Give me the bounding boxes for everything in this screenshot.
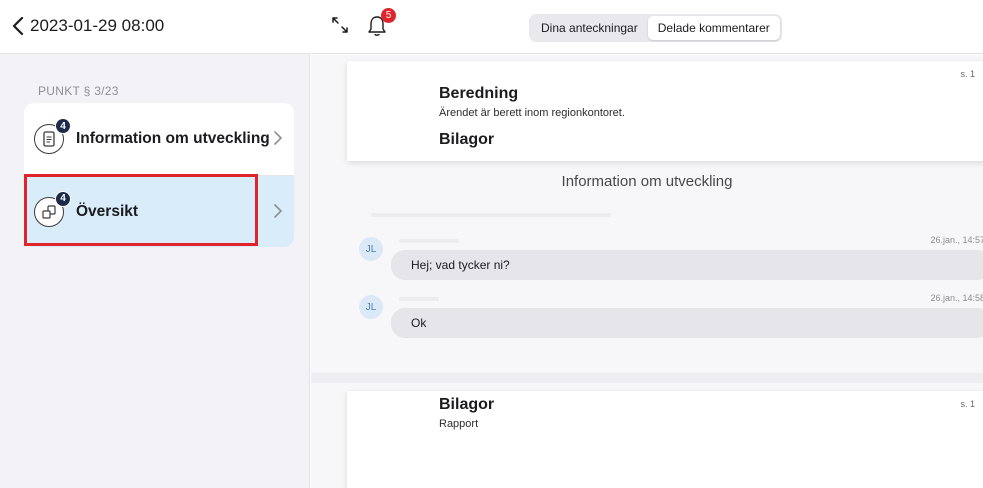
section-heading: Beredning bbox=[439, 85, 519, 102]
view-segmented-control: Dina anteckningar Delade kommentarer bbox=[529, 14, 782, 42]
count-badge: 4 bbox=[55, 190, 71, 207]
tab-delade-kommentarer[interactable]: Delade kommentarer bbox=[647, 16, 780, 40]
section-label: PUNKT § 3/23 bbox=[38, 84, 119, 98]
chevron-right-icon bbox=[274, 204, 282, 218]
avatar: JL bbox=[359, 295, 383, 319]
list-item-label: Information om utveckling bbox=[76, 130, 270, 147]
page-number: s. 1 bbox=[960, 399, 975, 409]
document-page-card: s. 1 Beredning Ärendet är berett inom re… bbox=[347, 61, 983, 161]
document-heading: Information om utveckling bbox=[561, 173, 733, 190]
notification-badge: 5 bbox=[381, 8, 396, 23]
chevron-left-icon bbox=[12, 17, 24, 35]
section-heading: Bilagor bbox=[439, 131, 495, 148]
page-number: s. 1 bbox=[960, 69, 975, 79]
notifications-button[interactable]: 5 bbox=[367, 8, 396, 43]
blurred-author bbox=[399, 297, 439, 301]
comment-time: 26.jan., 14:57 bbox=[930, 235, 983, 245]
section-text: Ärendet är berett inom regionkontoret. bbox=[439, 107, 625, 119]
blurred-text bbox=[371, 213, 611, 217]
toolbar: 5 Dina anteckningar Delade kommentarer bbox=[311, 0, 983, 54]
section-text: Rapport bbox=[439, 418, 479, 430]
section-heading: Bilagor bbox=[439, 396, 495, 413]
back-button[interactable]: 2023-01-29 08:00 bbox=[12, 16, 164, 36]
comment-bubble: Hej; vad tycker ni? bbox=[391, 250, 983, 280]
expand-button[interactable] bbox=[331, 16, 349, 39]
expand-arrows-icon bbox=[332, 17, 348, 33]
comment-time: 26.jan., 14:58 bbox=[930, 293, 983, 303]
count-badge: 4 bbox=[55, 118, 71, 134]
blurred-author bbox=[399, 239, 459, 243]
tab-dina-anteckningar[interactable]: Dina anteckningar bbox=[531, 16, 648, 40]
agenda-list: 4 Information om utveckling 4 Översikt bbox=[24, 103, 294, 247]
list-item-oversikt[interactable]: 4 Översikt bbox=[24, 175, 294, 247]
page-divider bbox=[311, 373, 983, 383]
document-page-card: s. 1 Bilagor Rapport bbox=[347, 391, 983, 488]
avatar: JL bbox=[359, 237, 383, 261]
chevron-right-icon bbox=[274, 131, 282, 145]
overview-icon: 4 bbox=[34, 190, 71, 227]
document-icon: 4 bbox=[34, 118, 71, 154]
list-item-information[interactable]: 4 Information om utveckling bbox=[24, 103, 294, 175]
sidebar: 2023-01-29 08:00 PUNKT § 3/23 4 Informat… bbox=[0, 0, 310, 488]
sidebar-header: 2023-01-29 08:00 bbox=[0, 0, 310, 54]
list-item-label: Översikt bbox=[76, 202, 139, 220]
comment-bubble: Ok bbox=[391, 308, 983, 338]
back-label: 2023-01-29 08:00 bbox=[30, 16, 165, 35]
document-view: s. 1 Beredning Ärendet är berett inom re… bbox=[311, 55, 983, 488]
